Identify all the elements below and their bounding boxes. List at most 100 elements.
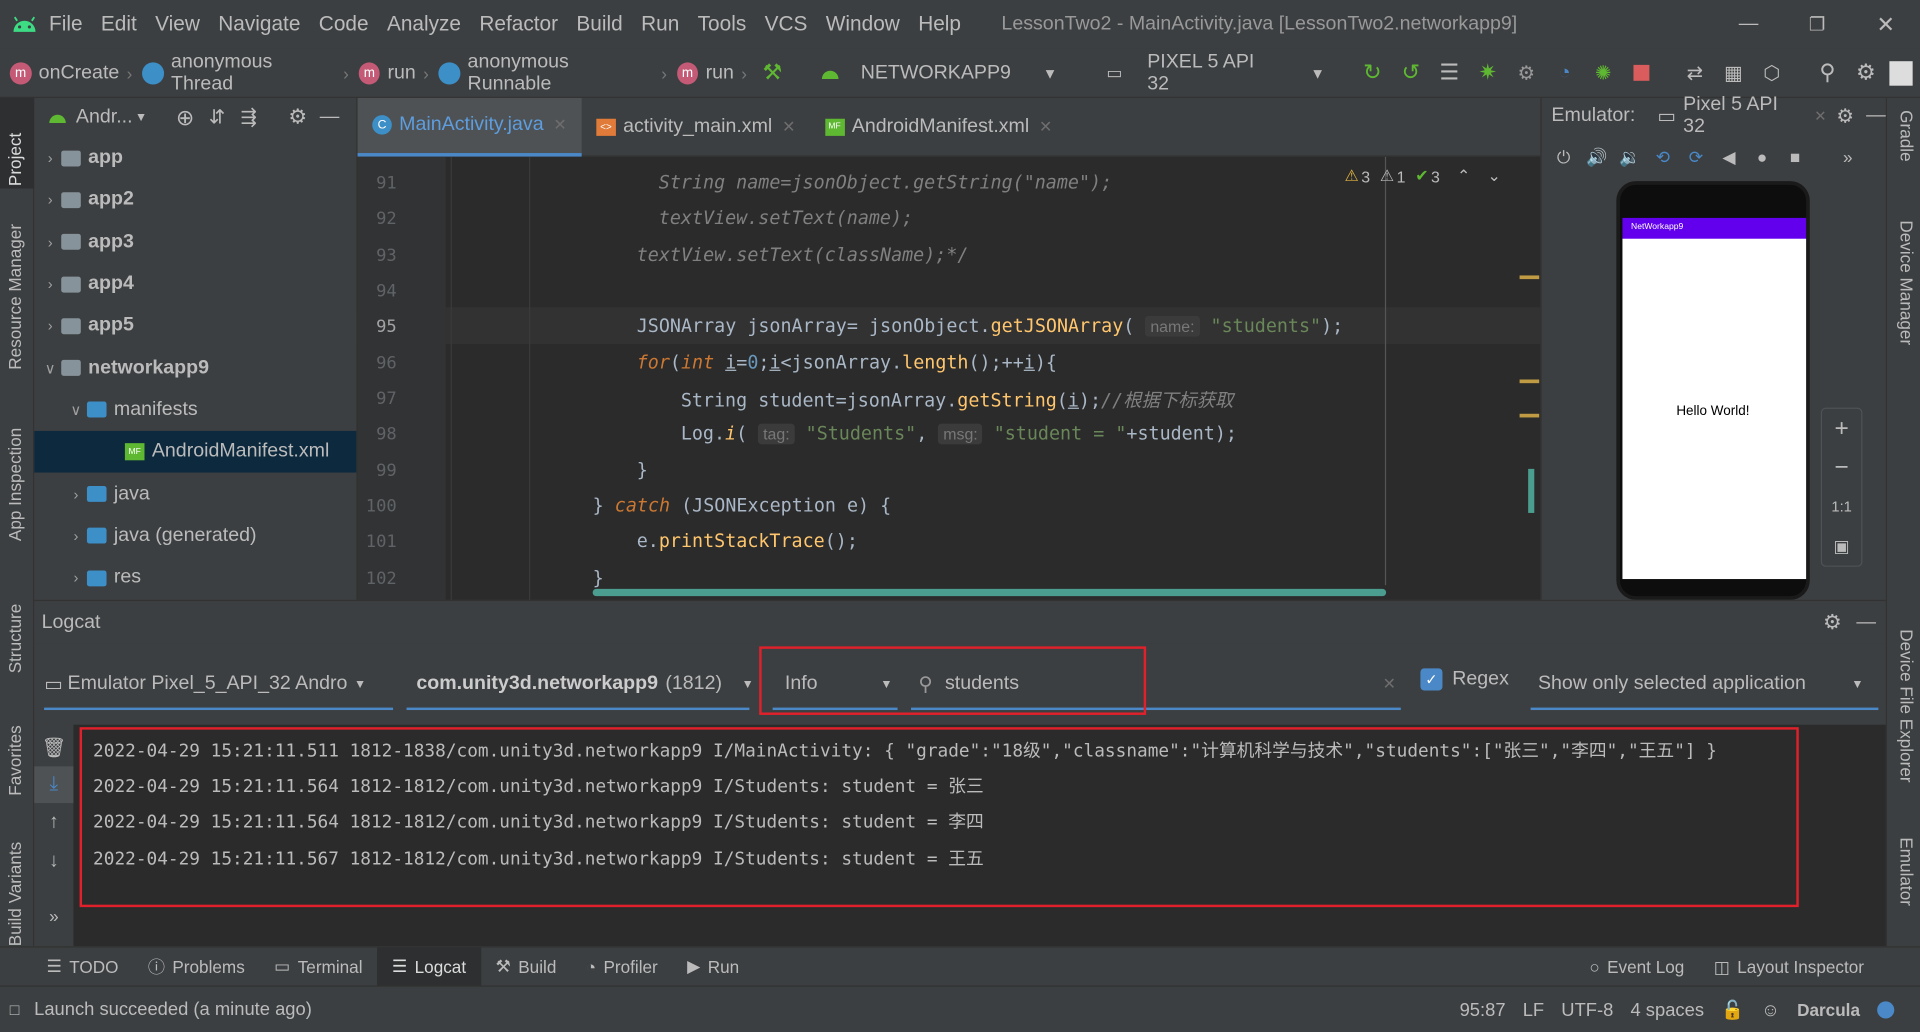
menu-build[interactable]: Build xyxy=(576,12,622,36)
close-tab-icon[interactable]: ✕ xyxy=(553,115,566,135)
profiler-icon[interactable]: ◔ xyxy=(1549,57,1580,89)
clear-search-icon[interactable]: ✕ xyxy=(1383,675,1396,695)
inspection-widget[interactable]: ⚠ 3 ⚠ 1 ✔ 3 ⌃ ⌄ xyxy=(1344,166,1500,186)
tab-todo[interactable]: ☰ TODO xyxy=(32,947,133,986)
app-filter-select[interactable]: Show only selected application ▼ xyxy=(1530,661,1879,711)
sync-icon[interactable]: ⇄ xyxy=(1679,57,1710,89)
horizontal-scrollbar[interactable] xyxy=(592,588,1387,597)
menu-vcs[interactable]: VCS xyxy=(765,12,808,36)
smiley-icon[interactable]: ☺ xyxy=(1761,1000,1780,1021)
close-tab-icon[interactable]: ✕ xyxy=(1814,108,1826,125)
minimize-icon[interactable]: — xyxy=(1714,0,1783,49)
warning-stripe[interactable] xyxy=(1519,275,1540,280)
tree-item-networkapp9[interactable]: ∨ networkapp9 xyxy=(34,347,356,389)
locate-icon[interactable]: ⊕ xyxy=(169,105,201,131)
theme-label[interactable]: Darcula xyxy=(1797,1000,1860,1020)
tab-androidmanifest-xml[interactable]: MF AndroidManifest.xml ✕ xyxy=(810,97,1067,156)
vertical-scrollbar[interactable] xyxy=(1528,468,1535,513)
arrow-down-icon[interactable]: ↓ xyxy=(34,842,73,881)
tab-layout-inspector[interactable]: ◫ Layout Inspector xyxy=(1699,948,1879,987)
tree-item-java[interactable]: › java xyxy=(34,473,356,515)
breadcrumb-run[interactable]: run xyxy=(387,62,415,84)
warning-stripe[interactable] xyxy=(1519,413,1540,418)
hide-panel-icon[interactable]: — xyxy=(314,107,346,129)
zoom-in-icon[interactable]: + xyxy=(1822,409,1861,448)
next-highlight-icon[interactable]: ⌄ xyxy=(1488,166,1501,186)
tab-run[interactable]: ▶ Run xyxy=(672,947,753,986)
expand-all-icon[interactable]: ⇵ xyxy=(201,105,233,129)
status-message[interactable]: Launch succeeded (a minute ago) xyxy=(34,999,312,1020)
previous-highlight-icon[interactable]: ⌃ xyxy=(1457,166,1470,186)
arrow-up-icon[interactable]: ↑ xyxy=(34,803,73,842)
attach-icon[interactable]: ✺ xyxy=(1588,57,1619,89)
menu-window[interactable]: Window xyxy=(826,12,900,36)
tree-item-androidmanifest-xml[interactable]: MF AndroidManifest.xml xyxy=(34,431,357,474)
close-icon[interactable]: ✕ xyxy=(1851,0,1920,49)
project-view-select[interactable]: Andr... xyxy=(76,107,133,129)
attach-debugger-icon[interactable]: ⚙ xyxy=(1511,57,1542,89)
rotate-left-icon[interactable]: ⟲ xyxy=(1651,146,1675,167)
tab-profiler[interactable]: ◔ Profiler xyxy=(571,947,672,986)
indent-setting[interactable]: 4 spaces xyxy=(1630,1000,1704,1021)
strip-gradle[interactable]: Gradle xyxy=(1897,110,1917,161)
power-icon[interactable]: ⏻ xyxy=(1551,146,1575,167)
tree-item-app[interactable]: › app xyxy=(34,137,356,179)
checkbox-icon[interactable]: ✓ xyxy=(1420,668,1443,691)
rerun-icon[interactable]: ↻ xyxy=(1357,57,1388,89)
home-icon[interactable]: ● xyxy=(1750,147,1774,167)
settings-gear-icon[interactable]: ⚙ xyxy=(1850,57,1881,89)
tab-activity-main-xml[interactable]: <> activity_main.xml ✕ xyxy=(581,97,810,156)
breadcrumb-anonymous-runnable[interactable]: anonymous Runnable xyxy=(468,51,654,95)
tab-build[interactable]: ⚒ Build xyxy=(481,947,571,986)
menu-refactor[interactable]: Refactor xyxy=(479,12,558,36)
warning-stripe[interactable] xyxy=(1519,379,1540,384)
chevron-right-icon[interactable]: › xyxy=(39,275,61,292)
code-editor[interactable]: 91 92 93 94 95 96 97 98 99 100 101 102 S… xyxy=(357,156,1541,600)
strip-device-manager[interactable]: Device Manager xyxy=(1897,220,1917,345)
process-select[interactable]: com.unity3d.networkapp9 (1812) ▼ xyxy=(406,661,754,711)
zoom-fit-icon[interactable]: ▣ xyxy=(1822,526,1861,565)
chevron-down-icon[interactable]: ∨ xyxy=(39,359,61,376)
tab-mainactivity-java[interactable]: C MainActivity.java ✕ xyxy=(357,97,582,157)
menu-analyze[interactable]: Analyze xyxy=(387,12,461,36)
device-select[interactable]: PIXEL 5 API 32 xyxy=(1147,51,1278,95)
device-select[interactable]: ▭ Emulator Pixel_5_API_32 Android ▼ xyxy=(44,661,394,711)
tree-item-app2[interactable]: › app2 xyxy=(34,179,356,221)
menu-help[interactable]: Help xyxy=(918,12,961,36)
chevron-down-icon[interactable]: ∨ xyxy=(65,401,87,418)
tree-item-app5[interactable]: › app5 xyxy=(34,305,356,347)
notifications-icon[interactable] xyxy=(1877,1001,1895,1019)
trash-icon[interactable]: 🗑 xyxy=(34,730,73,767)
tree-item-app3[interactable]: › app3 xyxy=(34,221,356,263)
rotate-right-icon[interactable]: ⟳ xyxy=(1684,146,1708,167)
more-icon[interactable]: » xyxy=(34,896,73,935)
breadcrumb-run-2[interactable]: run xyxy=(706,62,734,84)
chevron-right-icon[interactable]: › xyxy=(39,192,61,209)
zoom-actual-size[interactable]: 1:1 xyxy=(1822,487,1861,526)
strip-favorites[interactable]: Favorites xyxy=(5,725,25,795)
volume-down-icon[interactable]: 🔉 xyxy=(1618,146,1642,167)
device-manager-icon[interactable]: ▦ xyxy=(1718,57,1749,89)
debug-icon[interactable]: ✷ xyxy=(1472,57,1503,89)
strip-resource-manager[interactable]: Resource Manager xyxy=(5,224,25,370)
toggle-tool-windows-icon[interactable]: □ xyxy=(10,1000,20,1018)
gear-icon[interactable]: ⚙ xyxy=(1823,610,1842,634)
breadcrumb-anonymous-thread[interactable]: anonymous Thread xyxy=(171,51,336,95)
gear-icon[interactable]: ⚙ xyxy=(1836,104,1854,128)
tree-item-manifests[interactable]: ∨ manifests xyxy=(34,389,356,431)
chevron-right-icon[interactable]: › xyxy=(39,233,61,250)
tab-event-log[interactable]: ○ Event Log xyxy=(1575,948,1699,987)
tree-item-res[interactable]: › res xyxy=(34,557,356,599)
back-icon[interactable]: ◀ xyxy=(1717,146,1741,167)
menu-run[interactable]: Run xyxy=(641,12,679,36)
chevron-right-icon[interactable]: › xyxy=(65,527,87,544)
scroll-to-end-icon[interactable]: ⤓ xyxy=(34,766,74,804)
collapse-all-icon[interactable]: ⇶ xyxy=(233,105,265,129)
hide-panel-icon[interactable]: — xyxy=(1866,105,1886,127)
menu-edit[interactable]: Edit xyxy=(101,12,137,36)
zoom-out-icon[interactable]: − xyxy=(1822,448,1861,487)
more-icon[interactable]: » xyxy=(1836,147,1860,167)
close-tab-icon[interactable]: ✕ xyxy=(1039,117,1052,137)
hammer-icon[interactable]: ⚒ xyxy=(757,57,788,89)
chevron-right-icon[interactable]: › xyxy=(65,569,87,586)
